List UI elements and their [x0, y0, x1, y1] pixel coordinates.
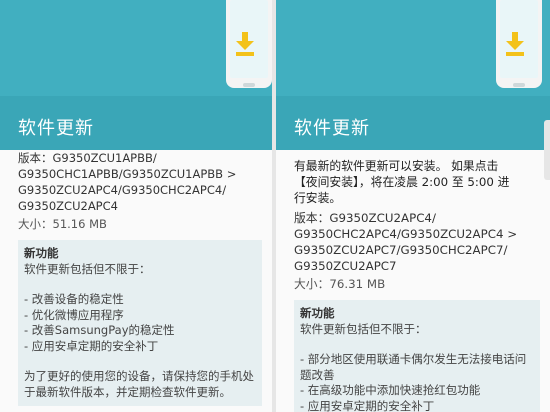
card-intro: 软件更新包括但不限于：: [24, 261, 151, 276]
download-icon: [506, 32, 524, 56]
version-info: 版本：G9350ZCU1APBB/ G9350CHC1APBB/G9350ZCU…: [18, 151, 237, 213]
header: 软件更新: [0, 0, 272, 150]
card-footer-line: 为了更好的使用您的设备，请保持您的手机处: [24, 369, 254, 383]
update-details: 版本：G9350ZCU1APBB/ G9350CHC1APBB/G9350ZCU…: [18, 150, 262, 406]
list-item: - 在高级功能中添加快速抢红包功能: [300, 383, 481, 397]
new-features-card: 新功能 软件更新包括但不限于： - 改善设备的稳定性 - 优化微博应用程序 - …: [18, 240, 262, 406]
card-footer-line: 于最新软件版本，并定期检查软件更新。: [24, 384, 231, 399]
card-title: 新功能: [300, 306, 335, 320]
list-item: - 改善设备的稳定性: [24, 292, 124, 306]
size-info: 大小：51.16 MB: [18, 217, 107, 231]
edge-panel-handle[interactable]: [544, 120, 550, 180]
phone-illustration: [496, 0, 542, 96]
header: 软件更新: [276, 0, 550, 150]
right-update-screen: 软件更新 有最新的软件更新可以安装。 如果点击 【夜间安装】，将在凌晨 2:00…: [276, 0, 550, 412]
list-item: - 优化微博应用程序: [24, 307, 124, 322]
list-item: - 应用安卓定期的安全补丁: [300, 398, 435, 412]
list-item: 题改善: [300, 367, 335, 382]
install-intro: 有最新的软件更新可以安装。 如果点击 【夜间安装】，将在凌晨 2:00 至 5:…: [294, 159, 510, 205]
download-icon: [236, 32, 254, 56]
card-intro: 软件更新包括但不限于：: [300, 321, 427, 336]
page-title: 软件更新: [18, 118, 94, 139]
card-title: 新功能: [24, 246, 59, 260]
version-info: 版本：G9350ZCU2APC4/ G9350CHC2APC4/G9350ZCU…: [294, 211, 518, 273]
new-features-card: 新功能 软件更新包括但不限于： - 部分地区使用联通卡偶尔发生无法接电话问 题改…: [294, 300, 540, 412]
size-info: 大小：76.31 MB: [294, 277, 386, 291]
left-update-screen: 软件更新 版本：G9350ZCU1APBB/ G9350CHC1APBB/G93…: [0, 0, 272, 412]
list-item: - 应用安卓定期的安全补丁: [24, 338, 159, 353]
list-item: - 改善SamsungPay的稳定性: [24, 323, 175, 337]
update-details: 有最新的软件更新可以安装。 如果点击 【夜间安装】，将在凌晨 2:00 至 5:…: [294, 158, 540, 412]
page-title: 软件更新: [294, 118, 370, 139]
list-item: - 部分地区使用联通卡偶尔发生无法接电话问: [300, 352, 527, 366]
phone-illustration: [226, 0, 272, 96]
